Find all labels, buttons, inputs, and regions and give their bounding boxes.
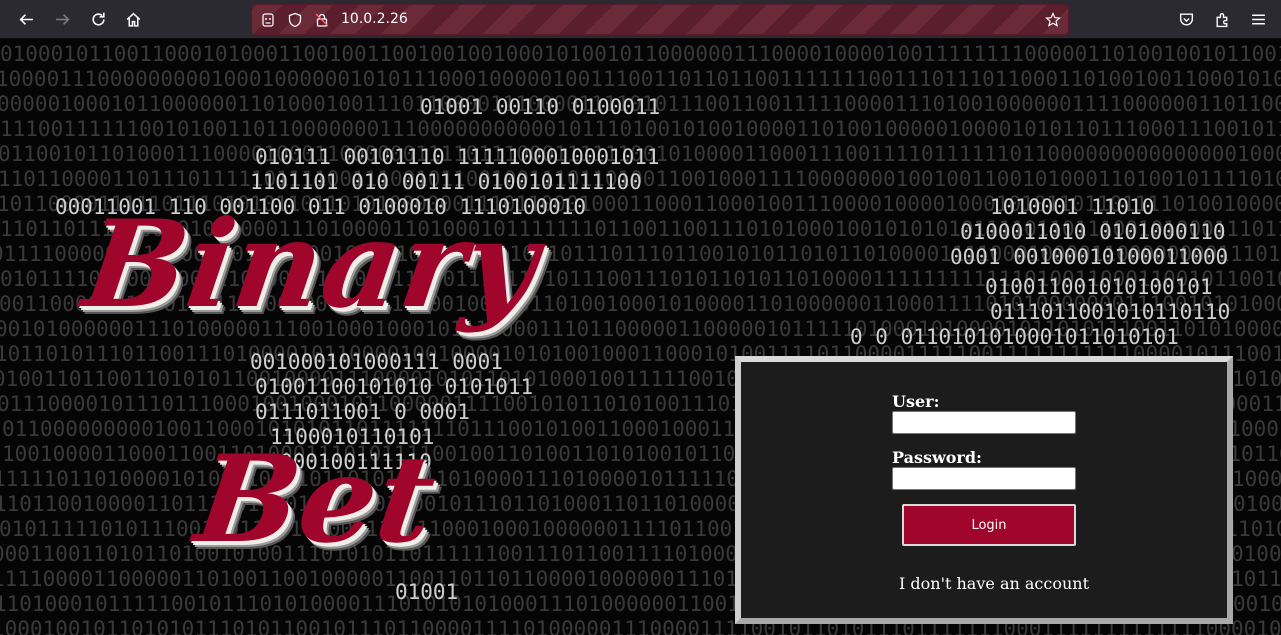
url-text: 10.0.2.26 xyxy=(341,11,408,27)
extension-icon[interactable] xyxy=(259,11,277,29)
shield-icon[interactable] xyxy=(286,11,304,29)
binary-highlight: 010011001010100101 xyxy=(985,275,1213,299)
logo-text-bet: Bet xyxy=(188,429,445,570)
binary-highlight: 1101101 010 00111 0100101111100 xyxy=(250,170,642,194)
binary-highlight: 0111011001010110110 xyxy=(990,300,1230,324)
binary-highlight: 0001 00100010100011000 xyxy=(950,245,1228,269)
binary-highlight: 001000101000111 0001 xyxy=(250,350,503,374)
binary-row: 1110011111100101001101100000001110000000… xyxy=(0,117,1281,141)
binary-row: 0100010110011000101000110010011001001001… xyxy=(0,42,1281,66)
browser-toolbar: 10.0.2.26 xyxy=(0,0,1281,39)
extensions-icon[interactable] xyxy=(1207,4,1237,34)
password-label: Password: xyxy=(892,448,982,467)
logo-text-binary: Binary xyxy=(76,194,547,335)
no-account-link[interactable]: I don't have an account xyxy=(899,574,1089,593)
binary-highlight: 01001 00110 0100011 xyxy=(420,95,660,119)
binary-highlight: 1010001 11010 xyxy=(990,195,1154,219)
binary-highlight: 0111011001 0 0001 xyxy=(255,400,470,424)
password-input[interactable] xyxy=(892,467,1076,490)
user-label: User: xyxy=(892,392,940,411)
pocket-icon[interactable] xyxy=(1171,4,1201,34)
lock-icon[interactable] xyxy=(313,11,331,29)
binary-highlight: 01001100101010 0101011 xyxy=(255,375,533,399)
page-content: 0100010110011000101000110010011001001001… xyxy=(0,39,1281,635)
menu-icon[interactable] xyxy=(1243,4,1273,34)
login-button[interactable]: Login xyxy=(902,504,1076,546)
bookmark-star-icon[interactable] xyxy=(1044,11,1062,29)
address-bar[interactable]: 10.0.2.26 xyxy=(251,4,1069,35)
binary-highlight: 01001 xyxy=(395,580,458,604)
login-panel: User: Password: Login I don't have an ac… xyxy=(735,356,1233,624)
reload-icon[interactable] xyxy=(83,4,113,34)
binary-highlight: 0 0 0110101010001011010101 xyxy=(850,325,1179,349)
binary-row: 1000011100000000010001000000101011100010… xyxy=(0,67,1281,91)
forward-icon[interactable] xyxy=(47,4,77,34)
home-icon[interactable] xyxy=(118,4,148,34)
back-icon[interactable] xyxy=(11,4,41,34)
user-input[interactable] xyxy=(892,411,1076,434)
binary-highlight: 010111 00101110 1111100010001011 xyxy=(255,145,660,169)
binary-highlight: 0100011010 0101000110 xyxy=(960,220,1226,244)
